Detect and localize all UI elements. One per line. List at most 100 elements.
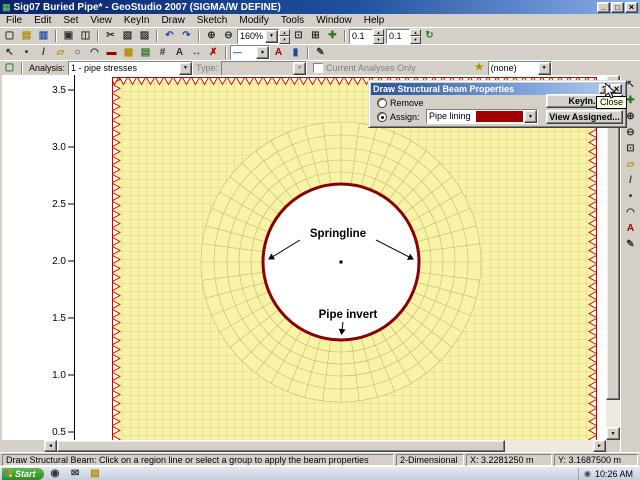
menu-item-set[interactable]: Set — [57, 15, 84, 26]
text-color-button[interactable]: A — [270, 45, 287, 60]
sketch-text-button[interactable]: A — [171, 45, 188, 60]
title-bar[interactable]: ▦ Sig07 Buried Pipe* - GeoStudio 2007 (S… — [0, 0, 640, 14]
pan-icon: ✚ — [626, 94, 635, 106]
side-draw-region-button[interactable]: ▱ — [622, 157, 639, 172]
side-draw-line-button[interactable]: / — [622, 173, 639, 188]
draw-beam-icon: ▬ — [106, 46, 117, 58]
scroll-left-button[interactable]: ◄ — [44, 440, 57, 452]
grid-spacing-y-spinner[interactable]: ▲ ▼ — [410, 28, 421, 44]
side-text-button[interactable]: A — [622, 221, 639, 236]
remove-option[interactable]: Remove — [377, 98, 424, 108]
view-assigned-button[interactable]: View Assigned... — [546, 110, 623, 124]
save-button[interactable]: ▥ — [35, 29, 52, 44]
assign-radio[interactable] — [377, 112, 387, 122]
analysis-combobox[interactable]: 1 - pipe stresses ▼ — [68, 60, 194, 76]
draw-regions-button[interactable]: ▱ — [52, 45, 69, 60]
zoom-in-icon: ⊕ — [207, 30, 216, 41]
favorites-button[interactable]: ★ — [471, 61, 488, 76]
menu-item-file[interactable]: File — [0, 15, 28, 26]
undo-button[interactable]: ↶ — [161, 29, 178, 44]
fill-color-button[interactable]: ▮ — [287, 45, 304, 60]
draw-materials-button[interactable]: ▦ — [120, 45, 137, 60]
horizontal-scroll-thumb[interactable] — [57, 440, 505, 452]
favorites-dropdown-arrow[interactable]: ▼ — [537, 61, 551, 75]
close-button[interactable]: × — [625, 1, 638, 13]
side-draw-arc-button[interactable]: ◠ — [622, 205, 639, 220]
zoom-in-button[interactable]: ⊕ — [203, 29, 220, 44]
quick-launch-browser-button[interactable]: ◉ — [47, 468, 64, 480]
quick-launch-folder-button[interactable]: ▤ — [87, 468, 104, 480]
scroll-down-button[interactable]: ▼ — [606, 427, 620, 440]
tray-volume-icon[interactable]: ◉ — [584, 469, 591, 478]
menu-item-keyin[interactable]: KeyIn — [118, 15, 156, 26]
redraw-button[interactable]: ↻ — [421, 29, 438, 44]
line-style-dropdown-arrow[interactable]: ▼ — [256, 46, 269, 59]
horizontal-scrollbar[interactable]: ◄ ► — [44, 440, 606, 452]
favorites-value: (none) — [488, 61, 538, 75]
zoom-out-button[interactable]: ⊖ — [220, 29, 237, 44]
maximize-button[interactable]: □ — [611, 1, 624, 13]
menu-item-window[interactable]: Window — [310, 15, 358, 26]
beam-property-dropdown-arrow[interactable]: ▼ — [524, 110, 537, 123]
menu-item-view[interactable]: View — [84, 15, 118, 26]
line-style-combobox[interactable]: — ▼ — [230, 45, 270, 60]
grid-spacing-x-spinner[interactable]: ▲ ▼ — [373, 28, 384, 44]
draw-mesh-button[interactable]: # — [154, 45, 171, 60]
analysis-document-button[interactable]: ▢ — [1, 61, 18, 76]
draw-circle-button[interactable]: ○ — [69, 45, 86, 60]
zoom-extents-button[interactable]: ⊞ — [307, 29, 324, 44]
grid-spacing-x-input[interactable]: 0.1 — [349, 28, 373, 44]
maximize-icon: □ — [615, 2, 620, 12]
dimension-button[interactable]: ↔ — [188, 45, 205, 60]
menu-item-sketch[interactable]: Sketch — [191, 15, 234, 26]
assign-option[interactable]: Assign: — [377, 112, 420, 122]
analysis-dropdown-arrow[interactable]: ▼ — [179, 61, 193, 75]
zoom-page-button[interactable]: ⊡ — [290, 29, 307, 44]
draw-arc-button[interactable]: ◠ — [86, 45, 103, 60]
remove-radio[interactable] — [377, 98, 387, 108]
menu-item-draw[interactable]: Draw — [155, 15, 190, 26]
menu-item-modify[interactable]: Modify — [233, 15, 274, 26]
side-zoom-page-button[interactable]: ⊡ — [622, 141, 639, 156]
zoom-combobox[interactable]: 160% ▼ — [237, 28, 279, 44]
erase-button[interactable]: ✗ — [205, 45, 222, 60]
drawing-canvas[interactable]: 3.5 3.0 2.5 2.0 1.5 1.0 0.5 Springline P… — [2, 75, 606, 440]
draw-lines-button[interactable]: / — [35, 45, 52, 60]
menu-item-help[interactable]: Help — [358, 15, 391, 26]
print-button[interactable]: ▣ — [60, 29, 77, 44]
vertical-scrollbar[interactable]: ▲ ▼ — [606, 75, 620, 440]
vertical-scroll-thumb[interactable] — [606, 88, 620, 400]
draw-point-icon: • — [628, 190, 633, 202]
side-draw-point-button[interactable]: • — [622, 189, 639, 204]
print-icon: ▣ — [63, 30, 74, 41]
cut-button[interactable]: ✂ — [102, 29, 119, 44]
menu-item-tools[interactable]: Tools — [275, 15, 310, 26]
redo-button[interactable]: ↷ — [178, 29, 195, 44]
new-file-button[interactable]: ▢ — [1, 29, 18, 44]
axis-label: 2.5 — [52, 199, 66, 210]
favorites-combobox[interactable]: (none) ▼ — [487, 60, 552, 76]
beam-property-combobox[interactable]: Pipe lining ▼ — [426, 109, 538, 124]
start-button[interactable]: Start — [2, 467, 44, 480]
right-boundary-hatch — [587, 77, 597, 440]
open-file-button[interactable]: ▤ — [18, 29, 35, 44]
zoom-dropdown-arrow[interactable]: ▼ — [265, 29, 278, 43]
menu-item-edit[interactable]: Edit — [28, 15, 57, 26]
pan-button[interactable]: ✚ — [324, 29, 341, 44]
save-icon: ▥ — [38, 30, 49, 41]
zoom-spinner[interactable]: ▲ ▼ — [279, 28, 290, 44]
draw-points-button[interactable]: • — [18, 45, 35, 60]
print-preview-button[interactable]: ◫ — [77, 29, 94, 44]
model-view[interactable]: 3.5 3.0 2.5 2.0 1.5 1.0 0.5 Springline P… — [2, 75, 606, 440]
draw-beam-button[interactable]: ▬ — [103, 45, 120, 60]
copy-button[interactable]: ▧ — [119, 29, 136, 44]
sketch-pencil-button[interactable]: ✎ — [312, 45, 329, 60]
select-button[interactable]: ↖ — [1, 45, 18, 60]
scroll-right-button[interactable]: ► — [593, 440, 606, 452]
grid-spacing-y-input[interactable]: 0.1 — [386, 28, 410, 44]
quick-launch-mail-button[interactable]: ✉ — [67, 468, 84, 480]
draw-boundary-button[interactable]: ▤ — [137, 45, 154, 60]
minimize-button[interactable]: _ — [597, 1, 610, 13]
side-pencil-button[interactable]: ✎ — [622, 237, 639, 252]
paste-button[interactable]: ▨ — [136, 29, 153, 44]
